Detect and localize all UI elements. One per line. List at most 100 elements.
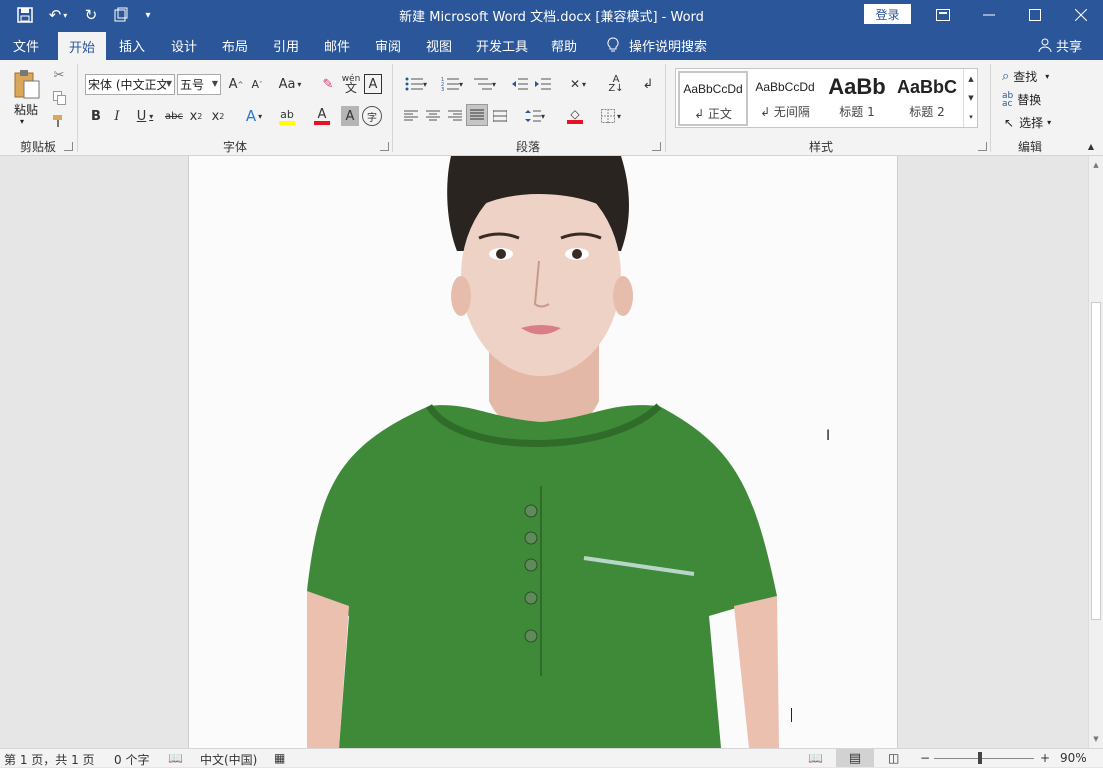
highlight-color-icon[interactable]: ab	[271, 106, 303, 126]
tab-developer[interactable]: 开发工具	[470, 30, 534, 60]
line-spacing-icon[interactable]: ▾	[520, 106, 550, 126]
close-icon[interactable]	[1058, 0, 1103, 30]
zoom-level[interactable]: 90%	[1060, 751, 1087, 765]
chevron-down-icon: ▼	[165, 79, 172, 88]
chevron-down-icon: ▾	[1047, 118, 1052, 127]
find-button[interactable]: ⌕ 查找 ▾	[1002, 68, 1049, 85]
tab-file[interactable]: 文件	[4, 30, 48, 60]
bullets-icon[interactable]: ▾	[400, 74, 432, 94]
chinese-layout-icon[interactable]: ✕ ▾	[563, 74, 593, 94]
tab-help[interactable]: 帮助	[542, 30, 586, 60]
style-heading-1[interactable]: AaBb 标题 1	[822, 71, 892, 126]
minimize-icon[interactable]	[966, 0, 1012, 30]
divider	[990, 64, 991, 152]
increase-indent-icon[interactable]	[533, 74, 553, 94]
clipboard-launcher-icon[interactable]	[64, 142, 73, 151]
login-button[interactable]: 登录	[864, 4, 911, 24]
text-effects-icon[interactable]: A ▾	[239, 106, 269, 126]
align-center-icon[interactable]	[423, 106, 443, 126]
paste-label[interactable]: 粘贴	[8, 101, 44, 118]
sort-icon[interactable]: A Z↓	[606, 74, 626, 94]
tab-references[interactable]: 引用	[264, 30, 308, 60]
zoom-in-icon[interactable]: +	[1040, 751, 1050, 765]
user-icon[interactable]	[1036, 30, 1054, 60]
format-painter-icon[interactable]	[50, 112, 68, 130]
styles-launcher-icon[interactable]	[978, 142, 987, 151]
word-count[interactable]: 0 个字	[114, 751, 149, 768]
align-left-icon[interactable]	[401, 106, 421, 126]
character-border-icon[interactable]: A	[364, 74, 382, 94]
proofing-icon[interactable]: 📖	[168, 751, 183, 765]
align-right-icon[interactable]	[445, 106, 465, 126]
cut-icon[interactable]: ✂	[50, 66, 68, 84]
page-count[interactable]: 第 1 页，共 1 页	[4, 751, 95, 768]
style-normal[interactable]: AaBbCcDd ↲ 正文	[678, 71, 748, 126]
vertical-scrollbar[interactable]: ▲ ▼	[1088, 156, 1103, 748]
replace-button[interactable]: ab ac 替换	[1002, 91, 1041, 108]
ribbon-home: 粘贴 ▾ ✂ 剪贴板 宋体 (中文正文) ▼ 五号 ▼ A ^ Aˇ Aa ▾ ✎ wé…	[0, 60, 1103, 156]
character-shading-icon[interactable]: A	[341, 106, 359, 126]
language[interactable]: 中文(中国)	[200, 751, 257, 768]
numbering-icon[interactable]: 1 2 3 ▾	[436, 74, 468, 94]
macro-record-icon[interactable]: ▦	[274, 751, 285, 765]
chevron-down-icon[interactable]: ▼	[964, 88, 978, 107]
maximize-icon[interactable]	[1012, 0, 1058, 30]
style-heading-2[interactable]: AaBbC 标题 2	[892, 71, 962, 126]
show-formatting-marks-icon[interactable]: ↲	[638, 74, 658, 94]
justify-icon[interactable]	[466, 104, 488, 126]
shading-icon[interactable]: ◇	[560, 106, 590, 126]
tab-view[interactable]: 视图	[417, 30, 461, 60]
font-launcher-icon[interactable]	[380, 142, 389, 151]
paragraph-launcher-icon[interactable]	[652, 142, 661, 151]
underline-icon[interactable]: U ▾	[130, 106, 160, 126]
change-case-icon[interactable]: Aa ▾	[275, 74, 305, 95]
tab-insert[interactable]: 插入	[110, 30, 154, 60]
subscript-icon[interactable]: x2	[187, 106, 205, 126]
tab-home[interactable]: 开始	[58, 32, 106, 60]
ribbon-display-options-icon[interactable]	[920, 0, 966, 30]
tell-me-search[interactable]: 操作说明搜索	[626, 30, 710, 60]
read-mode-icon[interactable]: 📖	[808, 751, 823, 765]
web-layout-icon[interactable]: ◫	[888, 751, 899, 765]
copy-icon[interactable]	[50, 89, 68, 107]
document-page[interactable]: I	[188, 156, 898, 748]
zoom-slider-thumb[interactable]	[978, 752, 982, 764]
find-label: 查找	[1013, 70, 1038, 84]
paste-icon[interactable]	[12, 68, 42, 100]
print-layout-button[interactable]: ▤	[836, 749, 874, 767]
chevron-up-icon[interactable]: ▲	[1089, 158, 1103, 172]
font-name-combo[interactable]: 宋体 (中文正文) ▼	[85, 74, 175, 95]
enclose-characters-icon[interactable]: 字	[362, 106, 382, 126]
style-no-spacing[interactable]: AaBbCcDd ↲ 无间隔	[750, 71, 820, 126]
bold-icon[interactable]: B	[87, 106, 105, 126]
phonetic-guide-icon[interactable]: wén 文	[340, 72, 362, 96]
multilevel-list-icon[interactable]: ▾	[470, 74, 500, 94]
superscript-icon[interactable]: x2	[209, 106, 227, 126]
decrease-indent-icon[interactable]	[510, 74, 530, 94]
zoom-slider[interactable]	[934, 758, 1034, 759]
more-styles-icon[interactable]: ▾	[964, 107, 978, 126]
style-preview: AaBbC	[896, 76, 957, 97]
chevron-down-icon[interactable]: ▼	[1089, 732, 1103, 746]
shrink-font-icon[interactable]: Aˇ	[247, 74, 267, 95]
borders-icon[interactable]: ▾	[596, 106, 626, 126]
font-color-icon[interactable]: A	[306, 106, 338, 126]
collapse-ribbon-icon[interactable]: ▲	[1084, 140, 1098, 152]
style-preview: AaBbCcDd	[755, 80, 815, 94]
clear-formatting-icon[interactable]: ✎	[318, 74, 338, 95]
chevron-up-icon[interactable]: ▲	[964, 69, 978, 88]
paste-dropdown-icon[interactable]: ▾	[20, 117, 24, 126]
zoom-out-icon[interactable]: −	[920, 751, 930, 765]
tab-layout[interactable]: 布局	[213, 30, 257, 60]
strikethrough-icon[interactable]: abc	[163, 106, 185, 126]
italic-icon[interactable]: I	[108, 106, 126, 126]
select-button[interactable]: ↖ 选择 ▾	[1004, 114, 1051, 131]
tab-review[interactable]: 审阅	[366, 30, 410, 60]
tab-mailings[interactable]: 邮件	[315, 30, 359, 60]
font-size-combo[interactable]: 五号 ▼	[177, 74, 221, 95]
share-button[interactable]: 共享	[1054, 30, 1084, 60]
grow-font-icon[interactable]: A ^	[226, 74, 246, 95]
tab-design[interactable]: 设计	[162, 30, 206, 60]
distributed-icon[interactable]	[490, 106, 510, 126]
scrollbar-thumb[interactable]	[1091, 302, 1101, 620]
